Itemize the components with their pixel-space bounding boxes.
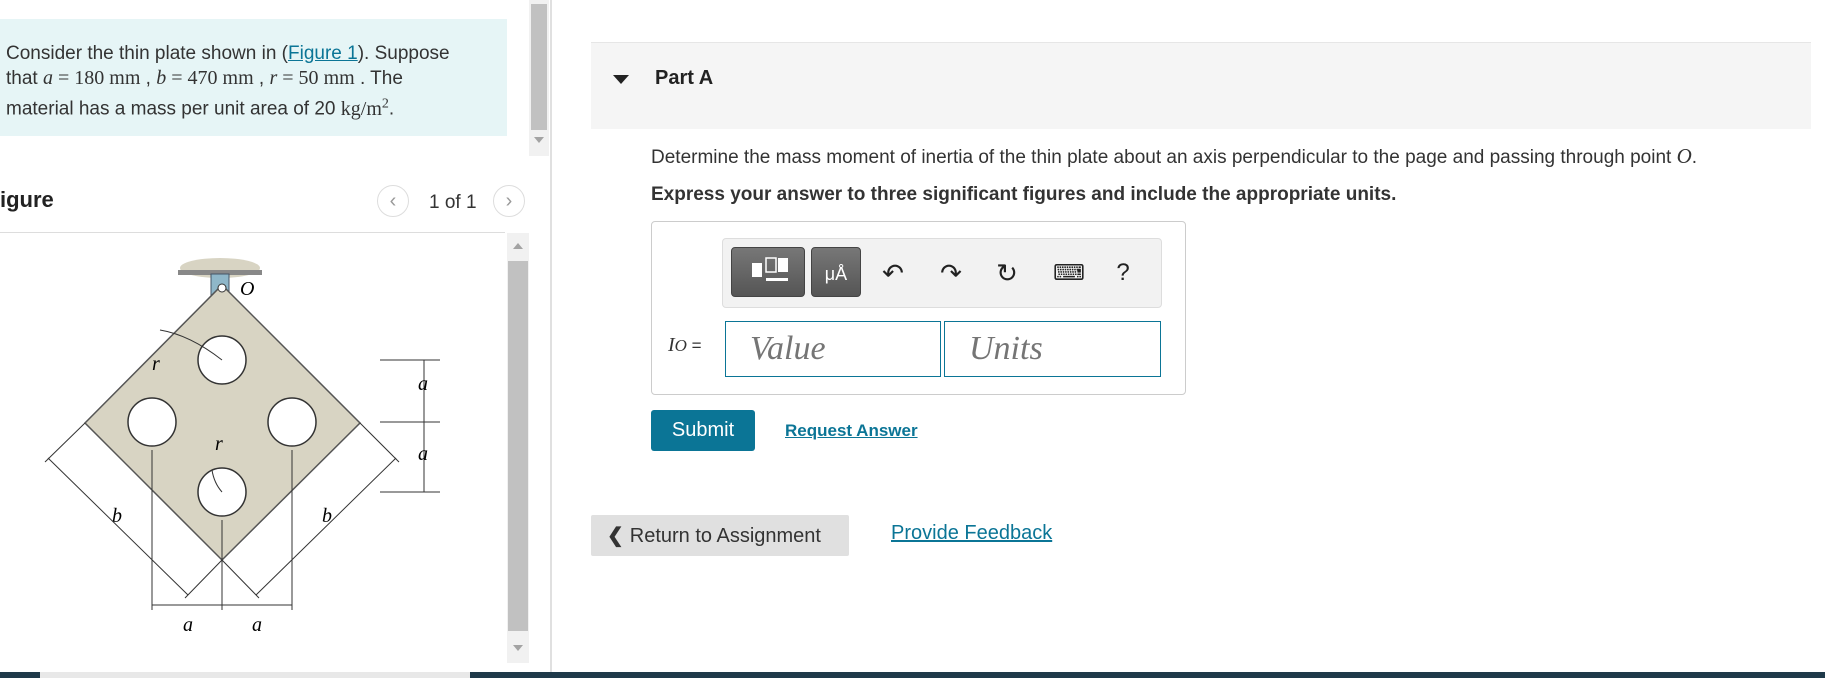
next-figure-button[interactable]: › (493, 185, 525, 217)
help-icon[interactable]: ? (1107, 257, 1139, 289)
chevron-right-icon: › (505, 190, 513, 212)
part-title: Part A (655, 67, 714, 89)
scroll-down-arrow-icon[interactable] (534, 137, 544, 143)
return-to-assignment-button[interactable]: ❮ Return to Assignment (591, 515, 849, 556)
problem-text: Consider the thin plate shown in (Figure… (6, 43, 450, 120)
chevron-left-icon: ‹ (389, 190, 397, 212)
b-definition: b = 470 mm (156, 67, 254, 89)
figure-scrollbar[interactable] (507, 233, 529, 663)
r-definition: r = 50 mm (269, 67, 355, 89)
return-label: Return to Assignment (629, 525, 821, 547)
problem-text-3: that (6, 68, 43, 89)
units-input[interactable] (944, 321, 1161, 377)
figure-image: O r r a a a a b b (0, 240, 505, 670)
provide-feedback-link[interactable]: Provide Feedback (891, 522, 1052, 545)
horizontal-scrollbar[interactable] (0, 672, 1825, 678)
label-a-right-2: a (418, 443, 428, 465)
dim-ext-b4 (359, 422, 400, 463)
scroll-up-arrow-icon[interactable] (513, 243, 523, 249)
answer-label: IO = (668, 334, 702, 356)
label-r-2: r (215, 433, 223, 455)
undo-icon[interactable]: ↶ (877, 257, 909, 289)
scrollbar-thumb[interactable] (40, 672, 470, 678)
problem-text-1: Consider the thin plate shown in ( (6, 43, 288, 64)
templates-button[interactable] (731, 247, 805, 297)
scroll-down-arrow-icon[interactable] (513, 645, 523, 651)
dim-ext-b3 (221, 559, 260, 599)
scrollbar-thumb[interactable] (531, 4, 547, 130)
math-toolbar: μÅ ↶ ↷ ↻ ⌨ ? (722, 238, 1162, 308)
figure-pager: 1 of 1 (429, 192, 477, 213)
problem-text-5: material has a mass per unit area of 20 (6, 98, 341, 120)
problem-statement: Consider the thin plate shown in (Figure… (0, 19, 507, 136)
scrollbar-thumb[interactable] (508, 261, 528, 631)
keyboard-icon[interactable]: ⌨ (1053, 257, 1085, 289)
instruction-text: Express your answer to three significant… (651, 184, 1397, 205)
label-a-right-1: a (418, 373, 428, 395)
label-r-1: r (152, 353, 160, 375)
figure-divider (0, 232, 505, 233)
problem-text-4: . The (359, 68, 403, 89)
hole-right (267, 397, 317, 447)
value-input[interactable] (725, 321, 941, 377)
problem-text-2: ). Suppose (357, 43, 450, 64)
hole-left (127, 397, 177, 447)
a-definition: a = 180 mm (42, 67, 141, 89)
plate-diagram: O r r a a a a b b (44, 258, 440, 636)
units-icon: μÅ (824, 264, 848, 284)
submit-button[interactable]: Submit (651, 410, 755, 451)
figure-title: igure (0, 187, 54, 212)
problem-scrollbar[interactable] (529, 0, 549, 156)
left-panel: Consider the thin plate shown in (Figure… (0, 0, 550, 678)
dim-ext-b2 (184, 559, 223, 599)
figure-link[interactable]: Figure 1 (288, 43, 358, 64)
question-text: Determine the mass moment of inertia of … (651, 144, 1698, 168)
caret-down-icon[interactable] (613, 75, 629, 84)
label-a-bottom-2: a (252, 614, 262, 636)
mass-unit: kg/m2 (340, 96, 389, 120)
label-b-right: b (322, 505, 332, 527)
answer-box: μÅ ↶ ↷ ↻ ⌨ ? IO = (651, 221, 1186, 395)
chevron-left-icon: ❮ (607, 525, 624, 547)
reset-icon[interactable]: ↻ (991, 257, 1023, 289)
units-button[interactable]: μÅ (811, 247, 861, 297)
label-O: O (240, 278, 254, 300)
label-b-left: b (112, 505, 122, 527)
prev-figure-button[interactable]: ‹ (377, 185, 409, 217)
pin-O (217, 283, 227, 293)
request-answer-link[interactable]: Request Answer (785, 421, 918, 441)
part-a-header[interactable]: Part A (591, 42, 1811, 129)
label-a-bottom-1: a (183, 614, 193, 636)
templates-icon (752, 257, 788, 281)
square-plate (83, 283, 362, 562)
dim-ext-b1 (44, 422, 86, 463)
redo-icon[interactable]: ↷ (935, 257, 967, 289)
panel-divider (550, 0, 552, 678)
